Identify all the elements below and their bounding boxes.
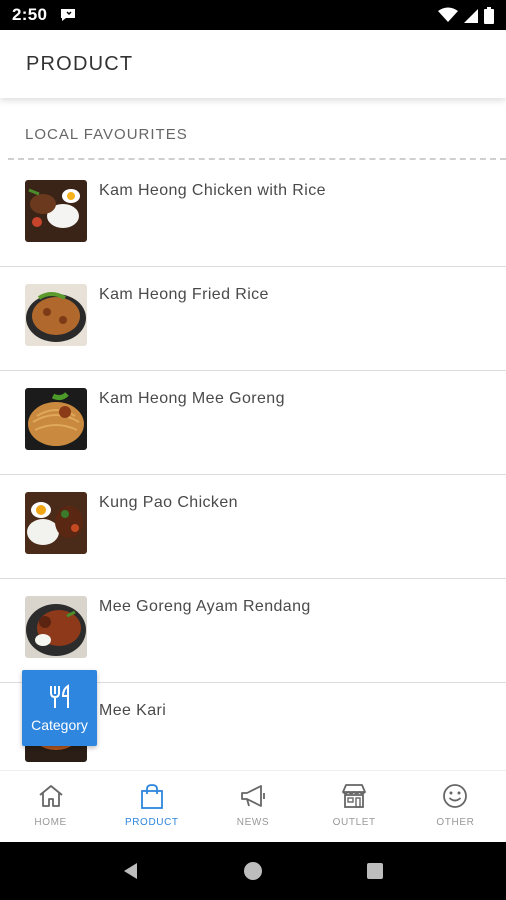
nav-label-product: PRODUCT (124, 817, 179, 828)
product-name: Kam Heong Chicken with Rice (99, 182, 326, 199)
cutlery-icon (49, 684, 69, 708)
nav-item-home[interactable]: HOME (0, 771, 101, 842)
category-button[interactable]: Category (22, 670, 97, 746)
section-heading: LOCAL FAVOURITES (25, 126, 188, 143)
nav-item-other[interactable]: OTHER (405, 771, 506, 842)
product-item[interactable]: Kam Heong Chicken with Rice (0, 163, 506, 267)
home-circle-icon[interactable] (243, 861, 263, 881)
product-name: Kam Heong Fried Rice (99, 286, 269, 303)
cell-signal-icon (464, 9, 478, 23)
product-item[interactable]: Kung Pao Chicken (0, 475, 506, 579)
nav-item-product[interactable]: PRODUCT (101, 771, 202, 842)
status-time: 2:50 (12, 5, 48, 24)
home-icon (39, 785, 63, 807)
product-thumbnail (25, 492, 87, 554)
nav-item-outlet[interactable]: OUTLET (304, 771, 405, 842)
chat-notification-icon (61, 9, 76, 21)
megaphone-icon (241, 785, 265, 807)
product-item[interactable]: Mee Goreng Ayam Rendang (0, 579, 506, 683)
battery-icon (484, 6, 494, 24)
product-name: Mee Goreng Ayam Rendang (99, 598, 311, 615)
product-name: Kung Pao Chicken (99, 494, 238, 511)
product-item[interactable]: Kam Heong Fried Rice (0, 267, 506, 371)
nav-item-news[interactable]: NEWS (202, 771, 303, 842)
section-divider (8, 158, 506, 160)
recents-icon[interactable] (365, 861, 385, 881)
store-icon (342, 784, 367, 808)
product-name: Mee Kari (99, 702, 167, 719)
product-thumbnail (25, 284, 87, 346)
nav-label-outlet: OUTLET (332, 817, 376, 828)
nav-label-home: HOME (34, 817, 67, 828)
product-name: Kam Heong Mee Goreng (99, 390, 285, 407)
back-icon[interactable] (121, 861, 141, 881)
page-title: PRODUCT (26, 52, 134, 75)
nav-label-news: NEWS (236, 817, 270, 828)
app-header: PRODUCT (0, 30, 506, 98)
bottom-nav: HOME PRODUCT NEWS OUTLET OTHER (0, 770, 506, 842)
product-thumbnail (25, 388, 87, 450)
category-label: Category (31, 717, 88, 733)
wifi-icon (438, 7, 458, 22)
smiley-icon (443, 784, 468, 808)
status-indicators (438, 6, 494, 24)
product-thumbnail (25, 596, 87, 658)
product-thumbnail (25, 180, 87, 242)
system-nav-bar (0, 842, 506, 900)
nav-label-other: OTHER (436, 817, 475, 828)
product-item[interactable]: Kam Heong Mee Goreng (0, 371, 506, 475)
status-bar: 2:50 (0, 0, 506, 30)
shopping-bag-icon (140, 784, 163, 809)
